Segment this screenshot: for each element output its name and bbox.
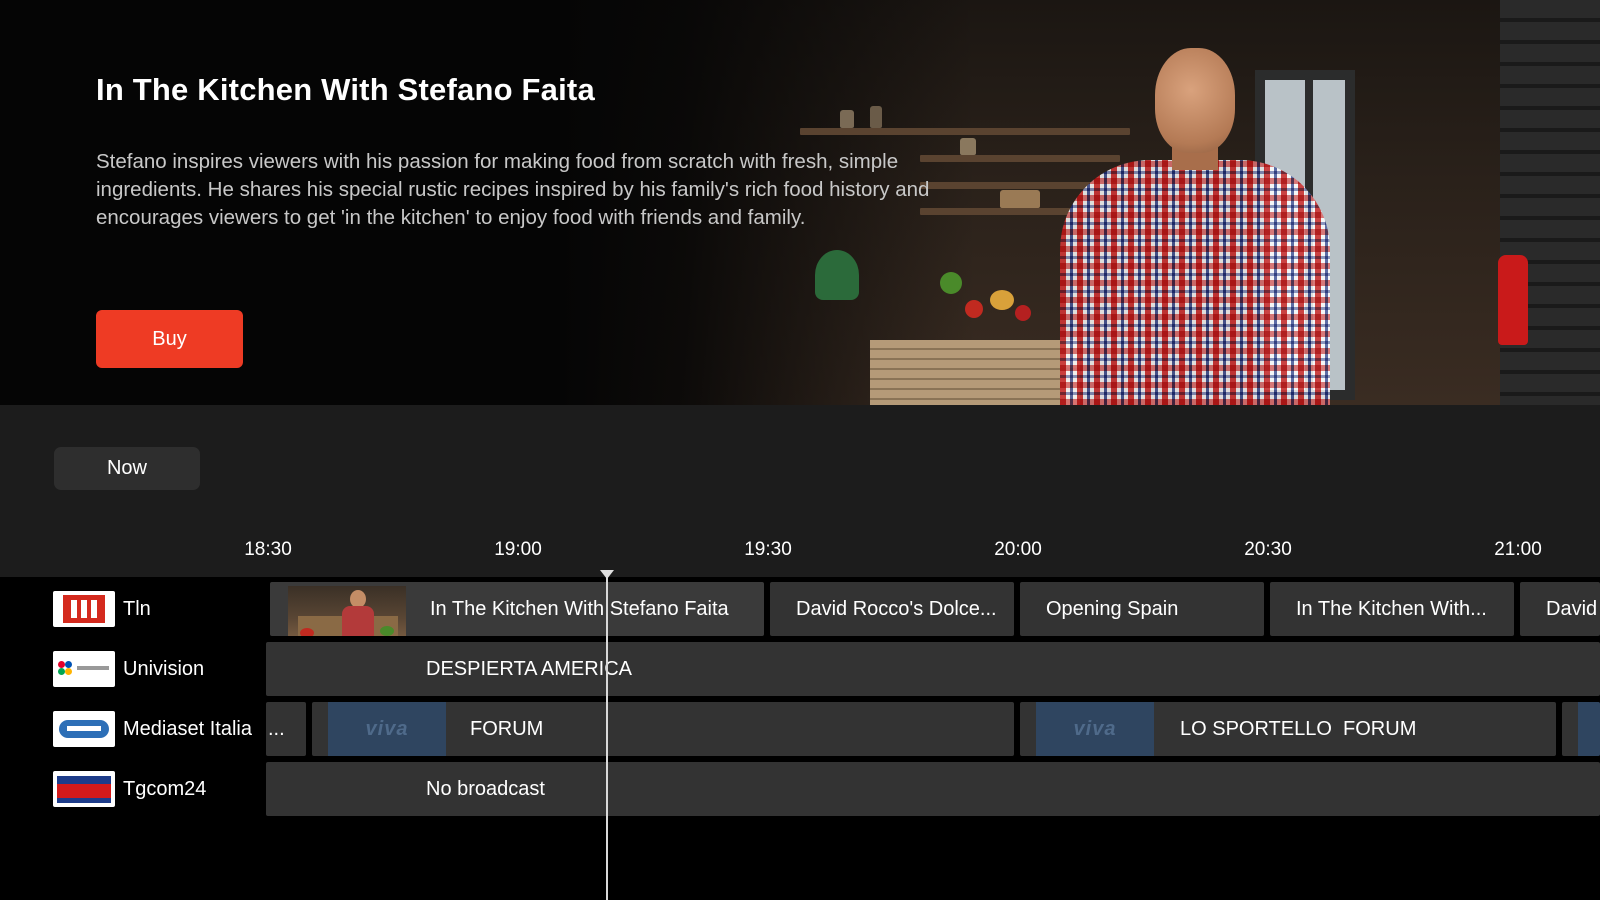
current-time-marker-icon [600, 570, 614, 579]
viva-logo-tile: viva [1036, 702, 1154, 756]
channel-tln[interactable]: Tln [53, 591, 151, 627]
program-title: David [1546, 597, 1598, 620]
program-cell[interactable] [1562, 702, 1600, 756]
now-button[interactable]: Now [54, 447, 200, 490]
time-label: 18:30 [244, 539, 292, 560]
time-label: 19:00 [494, 539, 542, 560]
program-thumbnail [288, 586, 406, 636]
program-title: In The Kitchen With Stefano Faita [96, 72, 595, 107]
program-cell[interactable]: David [1520, 582, 1600, 636]
program-cell[interactable]: Opening Spain [1020, 582, 1264, 636]
tgcom24-logo [53, 771, 115, 807]
program-cell[interactable]: David Rocco's Dolce... [770, 582, 1014, 636]
time-label: 19:30 [744, 539, 792, 560]
channel-name: Tln [123, 597, 151, 620]
program-title: DESPIERTA AMERICA [426, 657, 632, 680]
mediaset-logo [53, 711, 115, 747]
tv-guide-screen: In The Kitchen With Stefano Faita Stefan… [0, 0, 1600, 900]
buy-button[interactable]: Buy [96, 310, 243, 368]
current-time-line [606, 575, 608, 900]
program-description: Stefano inspires viewers with his passio… [96, 150, 930, 229]
time-label: 20:00 [994, 539, 1042, 560]
program-title: FORUM [470, 717, 544, 740]
guide-header: Now 18:30 19:00 19:30 20:00 20:30 21:00 [0, 405, 1600, 577]
time-label: 21:00 [1494, 539, 1542, 560]
viva-logo-text: viva [365, 717, 409, 740]
program-title: In The Kitchen With... [1296, 597, 1487, 620]
channel-mediaset-italia[interactable]: Mediaset Italia [53, 711, 252, 747]
host-figure [1060, 40, 1330, 405]
program-cell[interactable]: In The Kitchen With... [1270, 582, 1514, 636]
tln-logo [53, 591, 115, 627]
program-title: ... [268, 717, 285, 740]
program-title: No broadcast [426, 777, 545, 800]
program-title: In The Kitchen With Stefano Faita [430, 597, 729, 620]
program-cell[interactable]: viva LO SPORTELLO FORUM [1020, 702, 1556, 756]
program-cell[interactable]: DESPIERTA AMERICA [266, 642, 1600, 696]
program-cell[interactable]: viva FORUM [312, 702, 1014, 756]
program-cell[interactable]: No broadcast [266, 762, 1600, 816]
channel-name: Tgcom24 [123, 777, 207, 800]
hero-text-block: In The Kitchen With Stefano Faita Stefan… [96, 72, 976, 232]
program-title: Opening Spain [1046, 597, 1179, 620]
viva-logo-tile: viva [328, 702, 446, 756]
program-title: David Rocco's Dolce... [796, 597, 997, 620]
channel-name: Mediaset Italia [123, 717, 252, 740]
viva-logo-text: viva [1073, 717, 1117, 740]
program-title: LO SPORTELLO FORUM [1180, 717, 1417, 740]
program-cell-selected[interactable]: In The Kitchen With Stefano Faita [270, 582, 764, 636]
channel-name: Univision [123, 657, 205, 680]
univision-logo [53, 651, 115, 687]
channel-tgcom24[interactable]: Tgcom24 [53, 771, 206, 807]
program-cell[interactable]: ... [266, 702, 306, 756]
hero-banner: In The Kitchen With Stefano Faita Stefan… [0, 0, 1600, 405]
channel-univision[interactable]: Univision [53, 651, 204, 687]
time-label: 20:30 [1244, 539, 1292, 560]
